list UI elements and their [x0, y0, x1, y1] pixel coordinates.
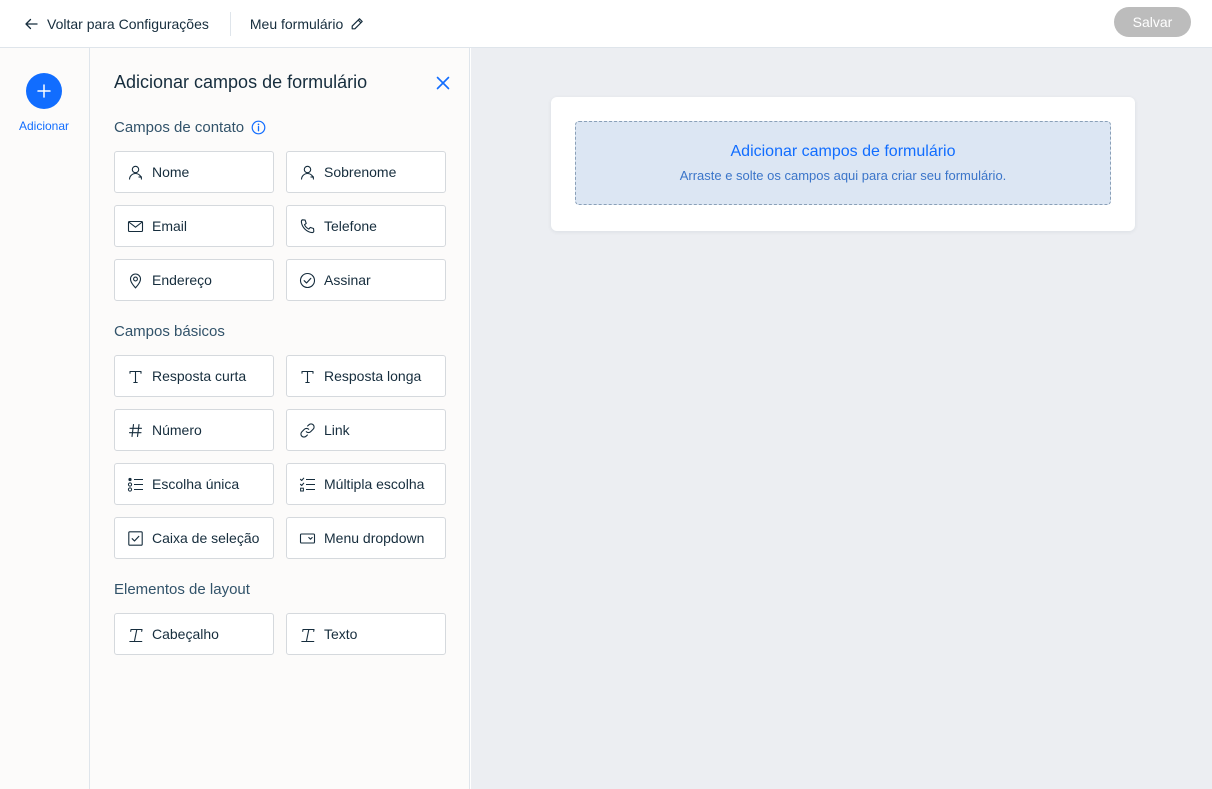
field-label: Telefone: [324, 218, 377, 234]
text-icon: [129, 370, 142, 383]
field-label: Resposta curta: [152, 368, 247, 384]
dropdown-icon: [299, 532, 316, 544]
field-escolha-unica[interactable]: Escolha única: [114, 463, 274, 505]
field-label: Múltipla escolha: [324, 476, 425, 492]
field-endereco[interactable]: Endereço: [114, 259, 274, 301]
field-resposta-longa[interactable]: Resposta longa: [286, 355, 446, 397]
field-label: Nome: [152, 164, 190, 180]
basic-fields-heading: Campos básicos: [114, 323, 225, 340]
form-name: Meu formulário: [249, 15, 344, 32]
plus-icon: [37, 84, 51, 98]
form-name-editor[interactable]: Meu formulário: [250, 16, 364, 32]
basic-fields-title: Campos básicos: [114, 323, 225, 340]
hash-icon: [128, 423, 143, 437]
field-cabecalho[interactable]: Cabeçalho: [114, 613, 274, 655]
add-button[interactable]: [26, 73, 62, 109]
field-telefone[interactable]: Telefone: [286, 205, 446, 247]
dropzone[interactable]: Adicionar campos de formulário Arraste e…: [575, 121, 1111, 205]
back-to-settings-link[interactable]: Voltar para Configurações: [24, 10, 209, 38]
field-label: Assinar: [324, 272, 371, 288]
field-sobrenome[interactable]: Sobrenome: [286, 151, 446, 193]
field-label: Cabeçalho: [152, 626, 219, 642]
phone-icon: [300, 218, 315, 233]
add-fields-panel: Adicionar campos de formulário Campos de…: [90, 48, 470, 789]
dropzone-subtitle: Arraste e solte os campos aqui para cria…: [679, 168, 1007, 183]
person-icon: [300, 165, 315, 180]
top-bar: Voltar para Configurações Meu formulário…: [0, 0, 1212, 48]
checklist-icon: [299, 477, 315, 491]
layout-elements-heading: Elementos de layout: [114, 581, 250, 598]
left-rail: Adicionar: [0, 48, 90, 789]
field-texto[interactable]: Texto: [286, 613, 446, 655]
layout-elements-title: Elementos de layout: [114, 581, 250, 598]
field-label: Resposta longa: [324, 368, 422, 384]
pencil-icon[interactable]: [351, 17, 364, 30]
envelope-icon: [127, 220, 144, 232]
field-multipla-escolha[interactable]: Múltipla escolha: [286, 463, 446, 505]
field-resposta-curta[interactable]: Resposta curta: [114, 355, 274, 397]
paragraph-icon: [301, 628, 315, 642]
check-circle-icon: [299, 272, 316, 288]
location-pin-icon: [129, 273, 142, 289]
info-icon[interactable]: [251, 120, 266, 135]
field-label: Texto: [324, 626, 358, 642]
text-icon: [301, 370, 314, 383]
panel-title: Adicionar campos de formulário: [114, 72, 368, 92]
contact-fields-heading: Campos de contato: [114, 119, 266, 136]
close-icon[interactable]: [435, 75, 451, 91]
arrow-left-icon: [25, 18, 38, 29]
heading-icon: [129, 628, 143, 642]
save-button[interactable]: Salvar: [1114, 7, 1191, 37]
checkbox-icon: [128, 530, 143, 546]
form-canvas: Adicionar campos de formulário Arraste e…: [471, 48, 1212, 789]
field-label: Escolha única: [152, 476, 240, 492]
field-label: Menu dropdown: [324, 530, 425, 546]
field-caixa-de-selecao[interactable]: Caixa de seleção: [114, 517, 274, 559]
radio-list-icon: [127, 477, 143, 492]
field-nome[interactable]: Nome: [114, 151, 274, 193]
field-menu-dropdown[interactable]: Menu dropdown: [286, 517, 446, 559]
dropzone-title: Adicionar campos de formulário: [730, 143, 956, 160]
field-label: Sobrenome: [324, 164, 397, 180]
field-assinar[interactable]: Assinar: [286, 259, 446, 301]
person-icon: [128, 165, 143, 180]
field-label: Número: [152, 422, 202, 438]
topbar-divider: [229, 11, 231, 36]
back-label: Voltar para Configurações: [47, 15, 209, 32]
field-label: Caixa de seleção: [152, 530, 260, 546]
form-card: Adicionar campos de formulário Arraste e…: [551, 97, 1135, 231]
field-label: Email: [152, 218, 188, 234]
field-email[interactable]: Email: [114, 205, 274, 247]
field-label: Endereço: [152, 272, 212, 288]
field-label: Link: [324, 422, 350, 438]
field-link[interactable]: Link: [286, 409, 446, 451]
link-icon: [300, 422, 315, 438]
field-numero[interactable]: Número: [114, 409, 274, 451]
add-label[interactable]: Adicionar: [0, 119, 88, 133]
contact-fields-title: Campos de contato: [114, 119, 245, 136]
